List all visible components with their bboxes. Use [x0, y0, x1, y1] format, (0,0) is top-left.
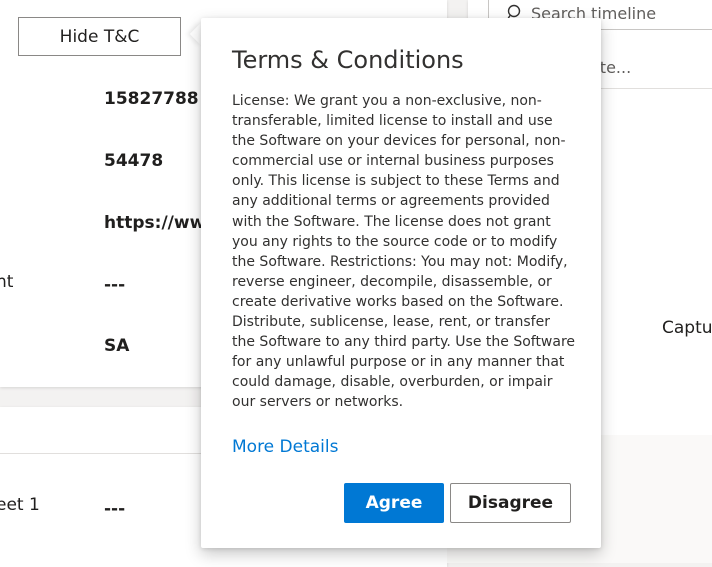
hide-tc-button[interactable]: Hide T&C: [18, 17, 181, 56]
detail-link-label[interactable]: l: [0, 333, 1, 353]
sheet-value: ---: [104, 499, 126, 519]
popup-title: Terms & Conditions: [232, 46, 464, 74]
agree-button[interactable]: Agree: [344, 483, 444, 523]
disagree-button[interactable]: Disagree: [450, 483, 571, 523]
terms-text: License: We grant you a non-exclusive, n…: [232, 93, 576, 411]
more-details-link[interactable]: More Details: [232, 437, 338, 457]
detail-value: SA: [104, 336, 130, 356]
detail-label: nt: [0, 272, 14, 292]
detail-value: 15827788: [104, 89, 199, 109]
detail-value: 54478: [104, 151, 164, 171]
sheet-label: eet 1: [0, 495, 40, 515]
terms-popup: Terms & Conditions License: We grant you…: [201, 18, 601, 548]
capture-text: Captur: [662, 318, 712, 338]
detail-value: ---: [104, 275, 126, 295]
